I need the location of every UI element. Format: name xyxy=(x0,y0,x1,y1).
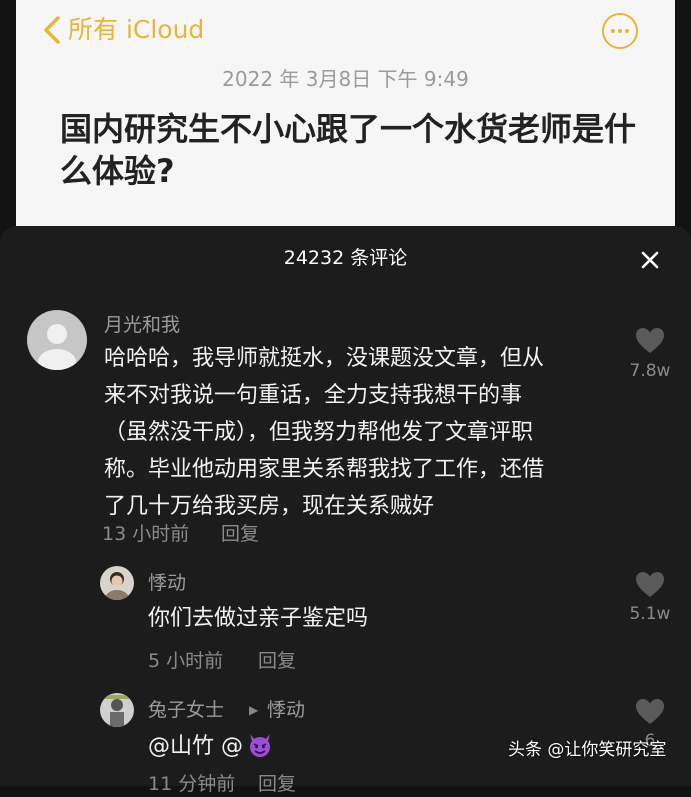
comment-text-line: （虽然没干成），但我努力帮他发了文章评职 xyxy=(104,420,534,445)
comments-sheet: 24232 条评论 月光和我 哈哈哈，我导师就挺水，没课题没文章，但从 来不对我… xyxy=(0,226,691,795)
heart-icon[interactable] xyxy=(635,327,665,354)
comments-count-title: 24232 条评论 xyxy=(283,247,408,269)
note-view: 所有 iCloud 2022 年 3月8日 下午 9:49 国内研究生不小心跟了… xyxy=(16,0,675,232)
note-timestamp: 2022 年 3月8日 下午 9:49 xyxy=(222,67,469,91)
like-count: 5.1w xyxy=(629,604,671,624)
user-photo-avatar-icon xyxy=(100,693,134,727)
reply-button[interactable]: 回复 xyxy=(258,648,296,674)
note-title: 国内研究生不小心跟了一个水货老师是什么体验? xyxy=(60,110,637,190)
back-button[interactable]: 所有 iCloud xyxy=(68,14,204,46)
heart-icon[interactable] xyxy=(635,698,665,725)
reply-to-username[interactable]: 悸动 xyxy=(267,697,305,723)
purple-devil-emoji-icon xyxy=(250,734,270,757)
more-options-icon[interactable] xyxy=(602,13,638,49)
comment-time: 13 小时前 xyxy=(102,523,190,545)
like-count: 7.8w xyxy=(629,361,671,381)
reply-button[interactable]: 回复 xyxy=(258,771,296,797)
back-chevron-icon[interactable] xyxy=(38,14,68,46)
reply-button[interactable]: 回复 xyxy=(221,521,259,547)
comment-username[interactable]: 兔子女士 xyxy=(148,697,224,723)
comment-time: 11 分钟前 xyxy=(148,773,236,795)
heart-icon[interactable] xyxy=(635,571,665,598)
avatar[interactable] xyxy=(27,310,87,370)
comment-text-line: 来不对我说一句重话，全力支持我想干的事 xyxy=(104,383,523,408)
user-photo-avatar-icon xyxy=(100,566,134,600)
comment-text-line: 称。毕业他动用家里关系帮我找了工作，还借 xyxy=(104,457,545,482)
watermark: 头条 @让你笑研究室 xyxy=(508,740,667,760)
comment-username[interactable]: 悸动 xyxy=(148,570,186,596)
comment-text: 哈哈哈，我导师就挺水，没课题没文章，但从 来不对我说一句重话，全力支持我想干的事… xyxy=(104,340,624,525)
comment-time: 5 小时前 xyxy=(148,650,224,672)
avatar[interactable] xyxy=(100,566,134,600)
close-icon[interactable] xyxy=(640,250,660,270)
comment-text: @山竹 @ xyxy=(148,728,273,765)
reply-arrow-icon: ▶ xyxy=(249,703,259,717)
default-avatar-icon xyxy=(38,324,76,370)
comment-username[interactable]: 月光和我 xyxy=(104,312,180,338)
comment-text-line: 哈哈哈，我导师就挺水，没课题没文章，但从 xyxy=(104,346,545,371)
comment-text: 你们去做过亲子鉴定吗 xyxy=(148,606,369,631)
avatar[interactable] xyxy=(100,693,134,727)
comment-text-line: 了几十万给我买房，现在关系贼好 xyxy=(104,494,435,519)
comment-text-content: @山竹 @ xyxy=(148,734,243,759)
